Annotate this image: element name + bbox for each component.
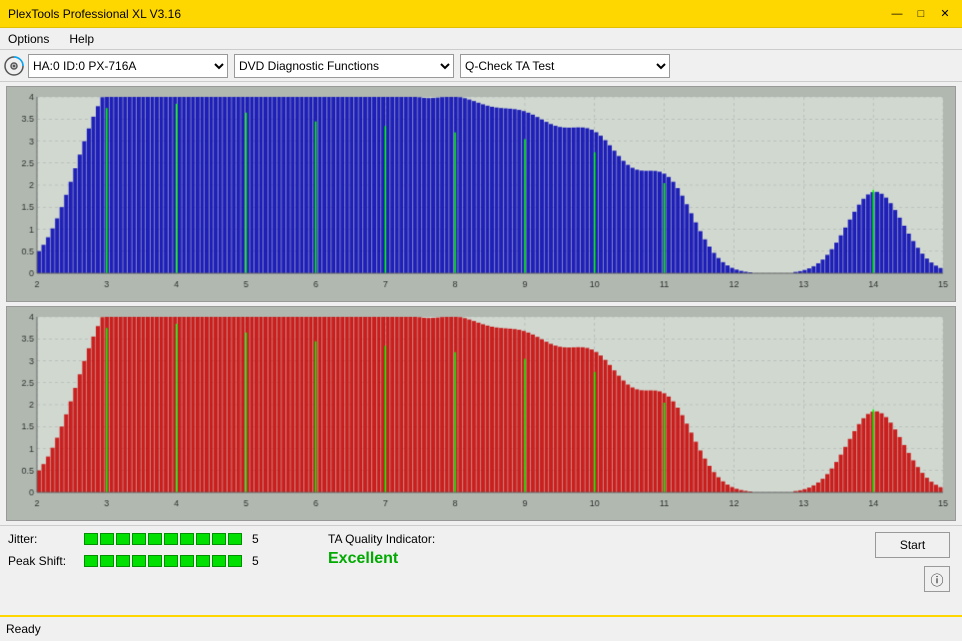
top-chart-container [6, 86, 956, 302]
bar-segment [100, 533, 114, 545]
bar-segment [180, 555, 194, 567]
device-selector-group: HA:0 ID:0 PX-716A [4, 54, 228, 78]
bar-segment [132, 555, 146, 567]
bar-segment [148, 555, 162, 567]
ta-quality-value: Excellent [328, 550, 398, 568]
status-text: Ready [6, 622, 41, 636]
maximize-button[interactable]: □ [912, 7, 930, 21]
bar-segment [196, 555, 210, 567]
bar-segment [212, 555, 226, 567]
function-dropdown[interactable]: DVD Diagnostic Functions [234, 54, 454, 78]
device-dropdown[interactable]: HA:0 ID:0 PX-716A [28, 54, 228, 78]
jitter-row: Jitter: 5 [8, 532, 308, 546]
jitter-bar [84, 533, 242, 545]
bar-segment [132, 533, 146, 545]
bar-segment [212, 533, 226, 545]
status-bar: Ready [0, 615, 962, 641]
info-button[interactable]: ⓘ [924, 566, 950, 592]
menu-help[interactable]: Help [65, 30, 98, 48]
bottom-chart-container [6, 306, 956, 522]
main-content [0, 82, 962, 525]
disc-icon [4, 56, 24, 76]
ta-quality-section: TA Quality Indicator: Excellent [308, 532, 508, 568]
bottom-panel: Jitter: 5 Peak Shift: 5 TA Quality Indic… [0, 525, 962, 615]
metrics-left: Jitter: 5 Peak Shift: 5 [8, 532, 308, 568]
menu-bar: Options Help [0, 28, 962, 50]
test-dropdown[interactable]: Q-Check TA Test [460, 54, 670, 78]
bar-segment [228, 533, 242, 545]
bar-segment [164, 533, 178, 545]
bar-segment [116, 533, 130, 545]
jitter-value: 5 [252, 532, 259, 546]
window-controls: — □ ✕ [888, 7, 954, 21]
bar-segment [164, 555, 178, 567]
app-title: PlexTools Professional XL V3.16 [8, 7, 181, 21]
bottom-chart [7, 307, 955, 521]
toolbar: HA:0 ID:0 PX-716A DVD Diagnostic Functio… [0, 50, 962, 82]
peakshift-label: Peak Shift: [8, 554, 78, 568]
bar-segment [116, 555, 130, 567]
bar-segment [148, 533, 162, 545]
close-button[interactable]: ✕ [936, 7, 954, 21]
minimize-button[interactable]: — [888, 7, 906, 21]
bar-segment [84, 555, 98, 567]
bar-segment [196, 533, 210, 545]
start-button[interactable]: Start [875, 532, 950, 558]
jitter-label: Jitter: [8, 532, 78, 546]
top-chart [7, 87, 955, 301]
ta-quality-label: TA Quality Indicator: [328, 532, 435, 546]
bar-segment [100, 555, 114, 567]
peakshift-bar [84, 555, 242, 567]
bar-segment [180, 533, 194, 545]
peakshift-value: 5 [252, 554, 259, 568]
menu-options[interactable]: Options [4, 30, 53, 48]
bar-segment [84, 533, 98, 545]
peakshift-row: Peak Shift: 5 [8, 554, 308, 568]
start-button-area: Start ⓘ [875, 532, 954, 592]
title-bar: PlexTools Professional XL V3.16 — □ ✕ [0, 0, 962, 28]
bar-segment [228, 555, 242, 567]
